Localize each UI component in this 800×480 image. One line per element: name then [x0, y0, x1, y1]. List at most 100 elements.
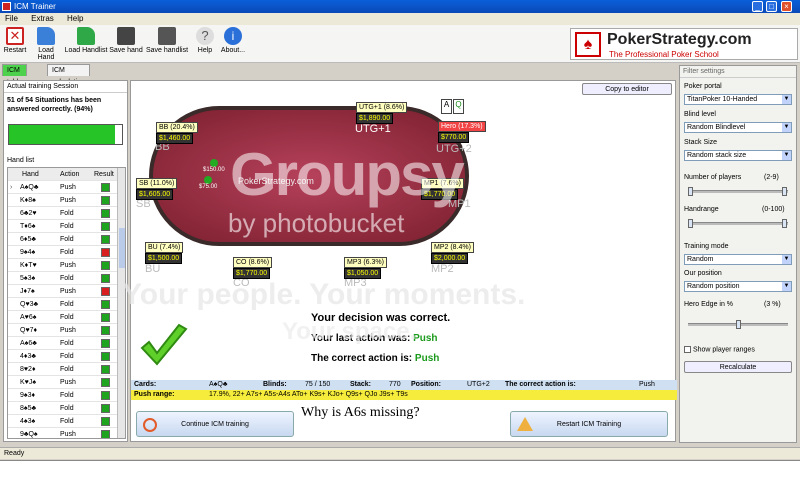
restart-icon: ✕: [6, 27, 24, 45]
our-position-select[interactable]: Random position ▼: [684, 281, 792, 292]
about-button[interactable]: i About...: [218, 27, 248, 54]
hero-card-1: A: [441, 99, 452, 114]
session-header: Actual training Session: [4, 81, 127, 93]
tab-icm-calculation[interactable]: ICM calculation: [47, 64, 91, 86]
menu-bar: File Extras Help: [0, 13, 800, 25]
blind-level-select[interactable]: Random Blindlevel ▼: [684, 122, 792, 133]
hand-list-row[interactable]: 5♠3♠ Fold: [8, 272, 125, 285]
spade-logo-icon: ♠: [575, 32, 601, 57]
seat-mp3[interactable]: MP3 (6.3%) $1,050.00: [344, 257, 387, 279]
hand-list-row[interactable]: 9♠4♠ Fold: [8, 246, 125, 259]
result-check-icon: [101, 196, 110, 205]
tab-icm-table[interactable]: ICM table: [2, 64, 28, 86]
chevron-down-icon: ▼: [782, 282, 791, 291]
stack-size-select[interactable]: Random stack size ▼: [684, 150, 792, 161]
hand-list-row[interactable]: 6♦5♣ Fold: [8, 233, 125, 246]
copy-to-editor-button[interactable]: Copy to editor: [582, 83, 672, 95]
hand-list-row[interactable]: K♦T♥ Push: [8, 259, 125, 272]
continue-training-button[interactable]: Continue ICM training: [136, 411, 294, 437]
save-hand-button[interactable]: Save hand: [108, 27, 144, 54]
filter-header: Filter settings: [680, 66, 796, 78]
result-check-icon: [101, 274, 110, 283]
hand-list-row[interactable]: 4♦3♣ Fold: [8, 350, 125, 363]
seat-utg1[interactable]: UTG+1 (8.6%) $1,890.00: [356, 102, 408, 124]
hand-list-row[interactable]: 8♥2♦ Fold: [8, 363, 125, 376]
pos-mp2: MP2: [431, 263, 454, 275]
result-check-icon: [101, 404, 110, 413]
show-player-ranges-checkbox[interactable]: Show player ranges: [684, 346, 755, 353]
watermark-brand: Groupsy: [230, 141, 465, 208]
chip-stack-icon: [209, 159, 218, 167]
hand-list-row[interactable]: J♦7♠ Push: [8, 285, 125, 298]
hero-edge-slider[interactable]: [688, 320, 788, 329]
action-cell: Push: [60, 379, 76, 386]
result-check-icon: [101, 261, 110, 270]
hand-cell: A♠Q♣: [20, 184, 39, 191]
hand-list-row[interactable]: A♠6♣ Fold: [8, 337, 125, 350]
players-slider[interactable]: [688, 187, 788, 196]
close-button[interactable]: ×: [781, 1, 792, 12]
recalculate-button[interactable]: Recalculate: [684, 361, 792, 373]
warning-icon: [517, 417, 533, 431]
pos-bu: BU: [145, 263, 161, 275]
action-cell: Fold: [60, 210, 74, 217]
action-cell: Push: [60, 327, 76, 334]
seat-sb[interactable]: SB (11.0%) $1,605.00: [136, 178, 178, 200]
hand-cell: T♦6♠: [20, 223, 36, 230]
result-check-icon: [101, 417, 110, 426]
restart-training-button[interactable]: Restart ICM Training: [510, 411, 668, 437]
hand-list-row[interactable]: Q♥3♣ Fold: [8, 298, 125, 311]
help-button[interactable]: ? Help: [194, 27, 216, 54]
result-check-icon: [101, 378, 110, 387]
action-cell: Fold: [60, 418, 74, 425]
hand-list-row[interactable]: 6♣2♥ Fold: [8, 207, 125, 220]
correct-action-line: The correct action is: Push: [311, 353, 440, 364]
correct-action-value: Push: [414, 353, 440, 364]
hero-card-2: Q: [453, 99, 464, 114]
result-check-icon: [101, 339, 110, 348]
hand-list-row[interactable]: T♦6♠ Fold: [8, 220, 125, 233]
hand-list-row[interactable]: 4♠3♠ Fold: [8, 415, 125, 428]
result-check-icon: [101, 365, 110, 374]
seat-co[interactable]: CO (8.6%) $1,770.00: [233, 257, 273, 279]
pot-bb: $150.00: [203, 159, 225, 173]
hand-list-row[interactable]: A♥6♠ Fold: [8, 311, 125, 324]
seat-mp2[interactable]: MP2 (8.4%) $2,000.00: [431, 242, 474, 264]
save-handlist-button[interactable]: Save handlist: [145, 27, 189, 54]
action-cell: Push: [60, 288, 76, 295]
load-handlist-button[interactable]: Load Handlist: [64, 27, 108, 54]
hand-list-row[interactable]: K♦8♠ Push: [8, 194, 125, 207]
action-cell: Fold: [60, 353, 74, 360]
hand-cell: 9♣Q♠: [20, 431, 38, 438]
maximize-button[interactable]: □: [766, 1, 777, 12]
restart-button[interactable]: ✕ Restart: [2, 27, 28, 54]
hand-list-row[interactable]: › A♠Q♣ Push: [8, 181, 125, 194]
menu-help[interactable]: Help: [67, 14, 83, 23]
hand-list-row[interactable]: 8♠5♣ Fold: [8, 402, 125, 415]
hand-list-row[interactable]: Q♥7♦ Push: [8, 324, 125, 337]
hand-cell: 9♠4♠: [20, 249, 36, 256]
minimize-button[interactable]: _: [752, 1, 763, 12]
hand-list-label: Hand list: [7, 157, 35, 164]
seat-bu[interactable]: BU (7.4%) $1,500.00: [145, 242, 184, 264]
action-cell: Fold: [60, 223, 74, 230]
help-icon: ?: [196, 27, 214, 45]
training-mode-select[interactable]: Random ▼: [684, 254, 792, 265]
app-icon: [2, 2, 11, 11]
annotation-text: Why is A6s missing?: [301, 405, 420, 420]
hand-list-row[interactable]: 9♣Q♠ Push: [8, 428, 125, 438]
hand-cell: J♦7♠: [20, 288, 35, 295]
seat-bb[interactable]: BB (20.4%) $1,460.00: [156, 122, 198, 144]
menu-file[interactable]: File: [5, 14, 18, 23]
info-icon: i: [224, 27, 242, 45]
chevron-down-icon: ▼: [782, 255, 791, 264]
watermark-tagline: Your people. Your moments.: [122, 278, 526, 311]
pokerstrategy-logo: ♠ PokerStrategy.com The Professional Pok…: [570, 28, 798, 60]
poker-portal-select[interactable]: TitanPoker 10-Handed ▼: [684, 94, 792, 105]
handrange-slider[interactable]: [688, 219, 788, 228]
hand-list-row[interactable]: K♥J♠ Push: [8, 376, 125, 389]
hand-list-row[interactable]: 9♠3♦ Fold: [8, 389, 125, 402]
load-hand-button[interactable]: Load Hand: [29, 27, 63, 61]
menu-extras[interactable]: Extras: [31, 14, 54, 23]
action-cell: Fold: [60, 275, 74, 282]
